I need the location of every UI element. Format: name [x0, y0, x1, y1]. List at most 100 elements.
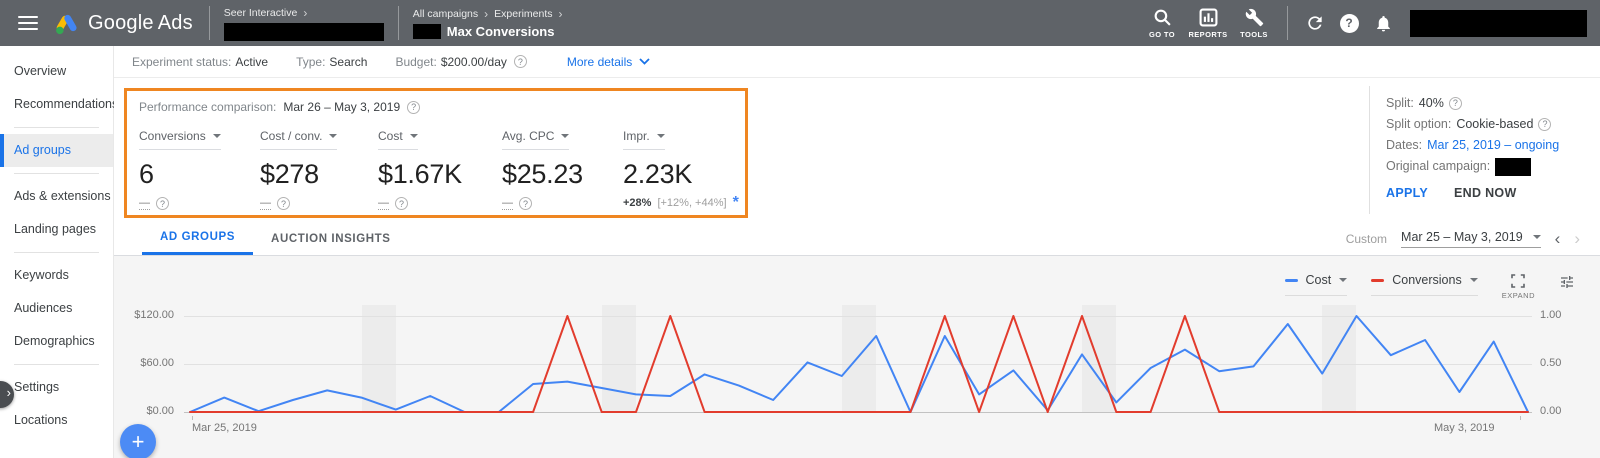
help-circle-icon[interactable]: ?	[395, 197, 408, 210]
campaign-breadcrumb: All campaigns › Experiments › Max Conver…	[399, 7, 577, 39]
y-axis-label-right: 1.00	[1540, 309, 1562, 321]
dates-link[interactable]: Mar 25, 2019 – ongoing	[1427, 135, 1559, 156]
help-circle-icon[interactable]: ?	[1448, 97, 1462, 110]
breadcrumb-experiments[interactable]: Experiments	[494, 8, 552, 20]
next-period-button[interactable]: ›	[1574, 230, 1580, 247]
chevron-right-icon: ›	[558, 7, 563, 21]
help-circle-icon[interactable]: ?	[277, 197, 290, 210]
chart-plot[interactable]	[184, 300, 1536, 416]
apply-button[interactable]: APPLY	[1386, 186, 1428, 200]
sidebar-item-keywords[interactable]: Keywords	[0, 259, 113, 292]
caret-down-icon	[656, 134, 665, 138]
caret-down-icon	[1339, 278, 1348, 282]
experiment-status-bar: Experiment status: Active Type: Search B…	[114, 46, 1600, 78]
left-navigation: Overview Recommendations Ad groups Ads &…	[0, 46, 118, 458]
expand-icon	[1511, 274, 1526, 288]
y-axis-label-left: $120.00	[134, 309, 174, 321]
no-change-dash: —	[378, 196, 389, 210]
performance-comparison-box: Performance comparison: Mar 26 – May 3, …	[124, 88, 748, 218]
sidebar-item-ads-extensions[interactable]: Ads & extensions	[0, 180, 113, 213]
refresh-button[interactable]	[1298, 10, 1332, 36]
previous-period-button[interactable]: ‹	[1555, 230, 1561, 247]
chevron-right-icon: ›	[484, 7, 489, 21]
chevron-down-icon	[639, 58, 650, 65]
bell-icon	[1376, 15, 1390, 31]
legend-series-cost[interactable]: Cost	[1284, 273, 1348, 296]
goto-search-button[interactable]: GO TO	[1139, 8, 1185, 39]
notifications-button[interactable]	[1366, 10, 1400, 36]
chevron-right-icon: ›	[303, 5, 308, 20]
reports-button[interactable]: REPORTS	[1185, 8, 1231, 39]
caret-down-icon	[1532, 234, 1541, 239]
sidebar-item-overview[interactable]: Overview	[0, 55, 113, 88]
y-axis-label-left: $0.00	[146, 405, 174, 417]
caret-down-icon	[212, 134, 221, 138]
plus-icon: +	[131, 429, 145, 454]
refresh-icon	[1308, 16, 1322, 30]
chart-settings-button[interactable]	[1559, 274, 1575, 293]
conversions-series-swatch	[1371, 278, 1385, 282]
account-breadcrumb[interactable]: Seer Interactive ›	[210, 6, 398, 41]
metric-selector-cost-per-conv[interactable]: Cost / conv.	[260, 129, 338, 150]
performance-section: Performance comparison: Mar 26 – May 3, …	[114, 78, 1600, 222]
experiment-status: Experiment status: Active	[132, 54, 269, 69]
redacted-account-info	[1410, 9, 1587, 37]
tools-button[interactable]: TOOLS	[1231, 8, 1277, 39]
metric-selector-impressions[interactable]: Impr.	[623, 129, 665, 150]
no-change-dash: —	[139, 196, 150, 210]
sidebar-item-settings[interactable]: Settings	[0, 371, 113, 404]
performance-chart-section: Cost Conversions EXPAND $120.00 1.00 $60…	[114, 256, 1600, 458]
legend-series-conversions[interactable]: Conversions	[1371, 273, 1478, 296]
date-range-picker[interactable]: Mar 25 – May 3, 2019	[1401, 230, 1541, 248]
help-circle-icon[interactable]: ?	[513, 55, 527, 68]
help-circle-icon[interactable]: ?	[1538, 118, 1552, 131]
metric-cost: Cost $1.67K —?	[378, 129, 462, 210]
significance-asterisk-icon[interactable]: *	[733, 195, 739, 211]
redacted-account-id	[223, 22, 384, 41]
account-name[interactable]: Seer Interactive	[224, 7, 298, 19]
sidebar-item-recommendations[interactable]: Recommendations	[0, 88, 118, 121]
caret-down-icon	[561, 134, 570, 138]
google-ads-app: Google Ads Seer Interactive › All campaig…	[0, 0, 1600, 458]
add-fab-button[interactable]: +	[120, 424, 156, 458]
top-app-bar: Google Ads Seer Interactive › All campaig…	[0, 0, 1600, 46]
tabs-bar: AD GROUPS AUCTION INSIGHTS Custom Mar 25…	[114, 222, 1600, 256]
redacted-campaign-id	[412, 24, 441, 39]
metric-value: $1.67K	[378, 159, 462, 189]
end-now-button[interactable]: END NOW	[1454, 186, 1517, 200]
metric-selector-conversions[interactable]: Conversions	[139, 129, 221, 150]
sidebar-item-landing-pages[interactable]: Landing pages	[0, 213, 113, 246]
metric-selector-cost[interactable]: Cost	[378, 129, 418, 150]
campaign-name[interactable]: Max Conversions	[447, 24, 555, 39]
metric-delta: +28%	[623, 197, 652, 209]
metric-value: 2.23K	[623, 159, 693, 189]
help-circle-icon[interactable]: ?	[407, 100, 421, 114]
experiment-budget: Budget: $200.00/day ?	[395, 55, 527, 69]
help-button[interactable]: ?	[1332, 10, 1366, 36]
no-change-dash: —	[260, 196, 271, 210]
y-axis-label-right: 0.00	[1540, 405, 1562, 417]
help-circle-icon[interactable]: ?	[519, 197, 532, 210]
performance-comparison-title: Performance comparison: Mar 26 – May 3, …	[139, 100, 421, 114]
caret-down-icon	[409, 134, 418, 138]
menu-icon[interactable]	[18, 16, 38, 30]
experiment-type: Type: Search	[296, 54, 368, 69]
help-circle-icon[interactable]: ?	[156, 197, 169, 210]
metric-conversions: Conversions 6 —?	[139, 129, 221, 210]
chart-legend: Cost Conversions EXPAND	[1284, 273, 1575, 300]
metric-impressions: Impr. 2.23K +28% [+12%, +44%] *	[623, 129, 739, 211]
tab-auction-insights[interactable]: AUCTION INSIGHTS	[253, 222, 409, 255]
tune-sliders-icon	[1561, 276, 1573, 288]
metric-avg-cpc: Avg. CPC $25.23 —?	[502, 129, 583, 210]
metric-selector-avg-cpc[interactable]: Avg. CPC	[502, 129, 570, 150]
sidebar-item-locations[interactable]: Locations	[0, 404, 113, 437]
cost-line	[189, 315, 1529, 413]
breadcrumb-all-campaigns[interactable]: All campaigns	[413, 8, 478, 20]
expand-chart-button[interactable]: EXPAND	[1502, 274, 1535, 300]
more-details-button[interactable]: More details	[567, 55, 650, 69]
tab-ad-groups[interactable]: AD GROUPS	[142, 222, 254, 255]
sidebar-item-audiences[interactable]: Audiences	[0, 292, 113, 325]
sidebar-item-ad-groups[interactable]: Ad groups	[0, 134, 113, 167]
sidebar-item-demographics[interactable]: Demographics	[0, 325, 113, 358]
split-option-row: Split option: Cookie-based ?	[1386, 114, 1559, 135]
